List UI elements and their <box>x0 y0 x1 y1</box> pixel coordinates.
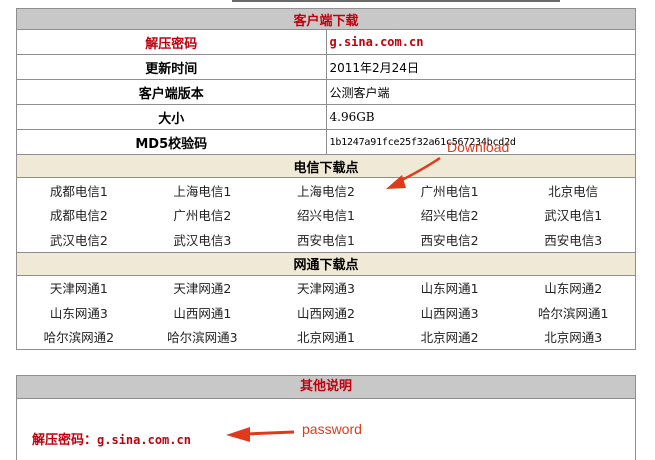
password-arrow-icon <box>226 427 295 442</box>
